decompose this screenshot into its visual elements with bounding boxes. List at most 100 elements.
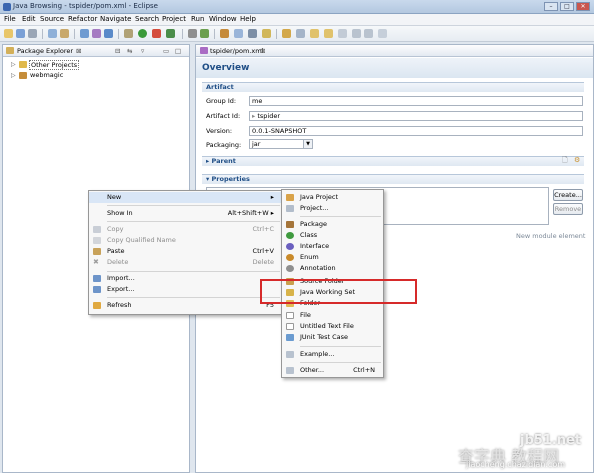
tab-pom-xml[interactable]: tspider/pom.xml (210, 47, 263, 55)
menu-edit[interactable]: Edit (22, 15, 36, 23)
menu-item-paste[interactable]: Paste Ctrl+V (89, 246, 282, 257)
add-parent-icon[interactable]: 🗋 (562, 156, 568, 167)
submenu-item-interface[interactable]: Interface (282, 241, 383, 252)
debug-icon[interactable] (124, 29, 133, 38)
tree-item-other-projects[interactable]: ▷ Other Projects (3, 60, 189, 70)
back-icon[interactable] (310, 29, 319, 38)
close-tab-icon[interactable]: ⊠ (76, 47, 81, 55)
run-icon[interactable] (138, 29, 147, 38)
submenu-item-project[interactable]: Project... (282, 203, 383, 214)
page-title: Overview (202, 63, 250, 73)
submenu-item-file[interactable]: File (282, 310, 383, 321)
menu-refactor[interactable]: Refactor (68, 15, 97, 23)
submenu-item-junit-test-case[interactable]: JUnit Test Case (282, 332, 383, 343)
minimize-view-icon[interactable]: ▭ (163, 47, 169, 55)
close-button[interactable]: ✕ (576, 2, 590, 11)
menu-item-import[interactable]: Import... (89, 273, 282, 284)
submenu-item-annotation[interactable]: Annotation (282, 263, 383, 274)
properties-section-header[interactable]: ▾ Properties (202, 174, 584, 184)
submenu-item-other[interactable]: Other... Ctrl+N (282, 365, 383, 376)
chevron-down-icon[interactable]: ▼ (303, 140, 312, 148)
menu-item-delete[interactable]: ✖ Delete Delete (89, 257, 282, 268)
next-annotation-icon[interactable] (262, 29, 271, 38)
open-task-icon[interactable] (200, 29, 209, 38)
history-icon[interactable] (338, 29, 347, 38)
expand-icon[interactable]: ▷ (11, 72, 16, 79)
parent-section-header[interactable]: ▸ Parent (202, 156, 584, 166)
menu-search[interactable]: Search (135, 15, 159, 23)
minimize-button[interactable]: – (544, 2, 558, 11)
example-icon (286, 351, 294, 358)
collapse-all-icon[interactable]: ⊟ (115, 47, 120, 55)
pom-file-icon (200, 47, 208, 54)
version-field[interactable]: 0.0.1-SNAPSHOT (249, 126, 583, 136)
packaging-select[interactable]: jar ▼ (249, 139, 313, 149)
other-wizard-icon (286, 367, 294, 374)
print-icon[interactable] (48, 29, 57, 38)
remove-button[interactable]: Remove (553, 203, 583, 215)
pin-editor-icon[interactable] (352, 29, 361, 38)
prev-annotation-icon[interactable] (282, 29, 291, 38)
submenu-item-enum[interactable]: Enum (282, 252, 383, 263)
pin-icon[interactable] (248, 29, 257, 38)
text-file-icon (286, 323, 294, 330)
create-button[interactable]: Create... (553, 189, 583, 201)
select-parent-icon[interactable]: ⚙ (574, 156, 580, 164)
menu-item-new[interactable]: New ▸ (89, 192, 282, 203)
window-title: Java Browsing - tspider/pom.xml - Eclips… (13, 2, 158, 10)
submenu-item-package[interactable]: Package (282, 219, 383, 230)
menu-help[interactable]: Help (240, 15, 256, 23)
menu-project[interactable]: Project (162, 15, 186, 23)
menu-window[interactable]: Window (209, 15, 237, 23)
new-module-element-link[interactable]: New module element (516, 232, 585, 240)
stop-icon[interactable] (152, 29, 161, 38)
expand-icon[interactable]: ▷ (11, 61, 16, 68)
submenu-item-java-project[interactable]: Java Project (282, 192, 383, 203)
coverage-icon[interactable] (166, 29, 175, 38)
view-menu-icon[interactable] (364, 29, 373, 38)
open-type-icon[interactable] (104, 29, 113, 38)
forward-icon[interactable] (324, 29, 333, 38)
menu-item-refresh[interactable]: Refresh F5 (89, 300, 282, 311)
class-icon (286, 232, 294, 239)
annotation-icon (286, 265, 294, 272)
tab-package-explorer[interactable]: Package Explorer (17, 47, 73, 55)
maximize-button[interactable]: □ (560, 2, 574, 11)
save-icon[interactable] (16, 29, 25, 38)
menu-source[interactable]: Source (40, 15, 64, 23)
menu-file[interactable]: File (4, 15, 16, 23)
save-all-icon[interactable] (28, 29, 37, 38)
artifact-section-header[interactable]: Artifact (202, 82, 584, 92)
submenu-item-untitled-text-file[interactable]: Untitled Text File (282, 321, 383, 332)
perspective-icon[interactable] (378, 29, 387, 38)
enum-icon (286, 254, 294, 261)
tree-item-webmagic[interactable]: ▷ webmagic (3, 71, 189, 81)
view-menu-icon[interactable]: ▿ (141, 47, 144, 55)
menu-item-show-in[interactable]: Show In Alt+Shift+W ▸ (89, 208, 282, 219)
copy-icon (93, 226, 101, 233)
build-icon[interactable] (60, 29, 69, 38)
submenu-item-example[interactable]: Example... (282, 349, 383, 360)
new-interface-icon[interactable] (92, 29, 101, 38)
last-edit-icon[interactable] (296, 29, 305, 38)
external-tools-icon[interactable] (234, 29, 243, 38)
annotation-icon[interactable] (220, 29, 229, 38)
link-editor-icon[interactable]: ⇆ (127, 47, 132, 55)
group-id-field[interactable]: me (249, 96, 583, 106)
new-icon[interactable] (4, 29, 13, 38)
menu-item-export[interactable]: Export... (89, 284, 282, 295)
artifact-id-field[interactable]: ▸ tspider (249, 111, 583, 121)
menu-run[interactable]: Run (191, 15, 204, 23)
parent-section-label: Parent (211, 157, 236, 165)
copy-qualified-icon (93, 237, 101, 244)
submenu-item-class[interactable]: Class (282, 230, 383, 241)
maximize-view-icon[interactable]: □ (175, 47, 181, 55)
project-wizard-icon (286, 205, 294, 212)
eclipse-icon (3, 3, 11, 11)
close-tab-icon[interactable]: ⊠ (260, 47, 265, 55)
menu-item-copy[interactable]: Copy Ctrl+C (89, 224, 282, 235)
menu-item-copy-qualified-name[interactable]: Copy Qualified Name (89, 235, 282, 246)
search-icon[interactable] (188, 29, 197, 38)
menu-navigate[interactable]: Navigate (100, 15, 131, 23)
new-class-icon[interactable] (80, 29, 89, 38)
